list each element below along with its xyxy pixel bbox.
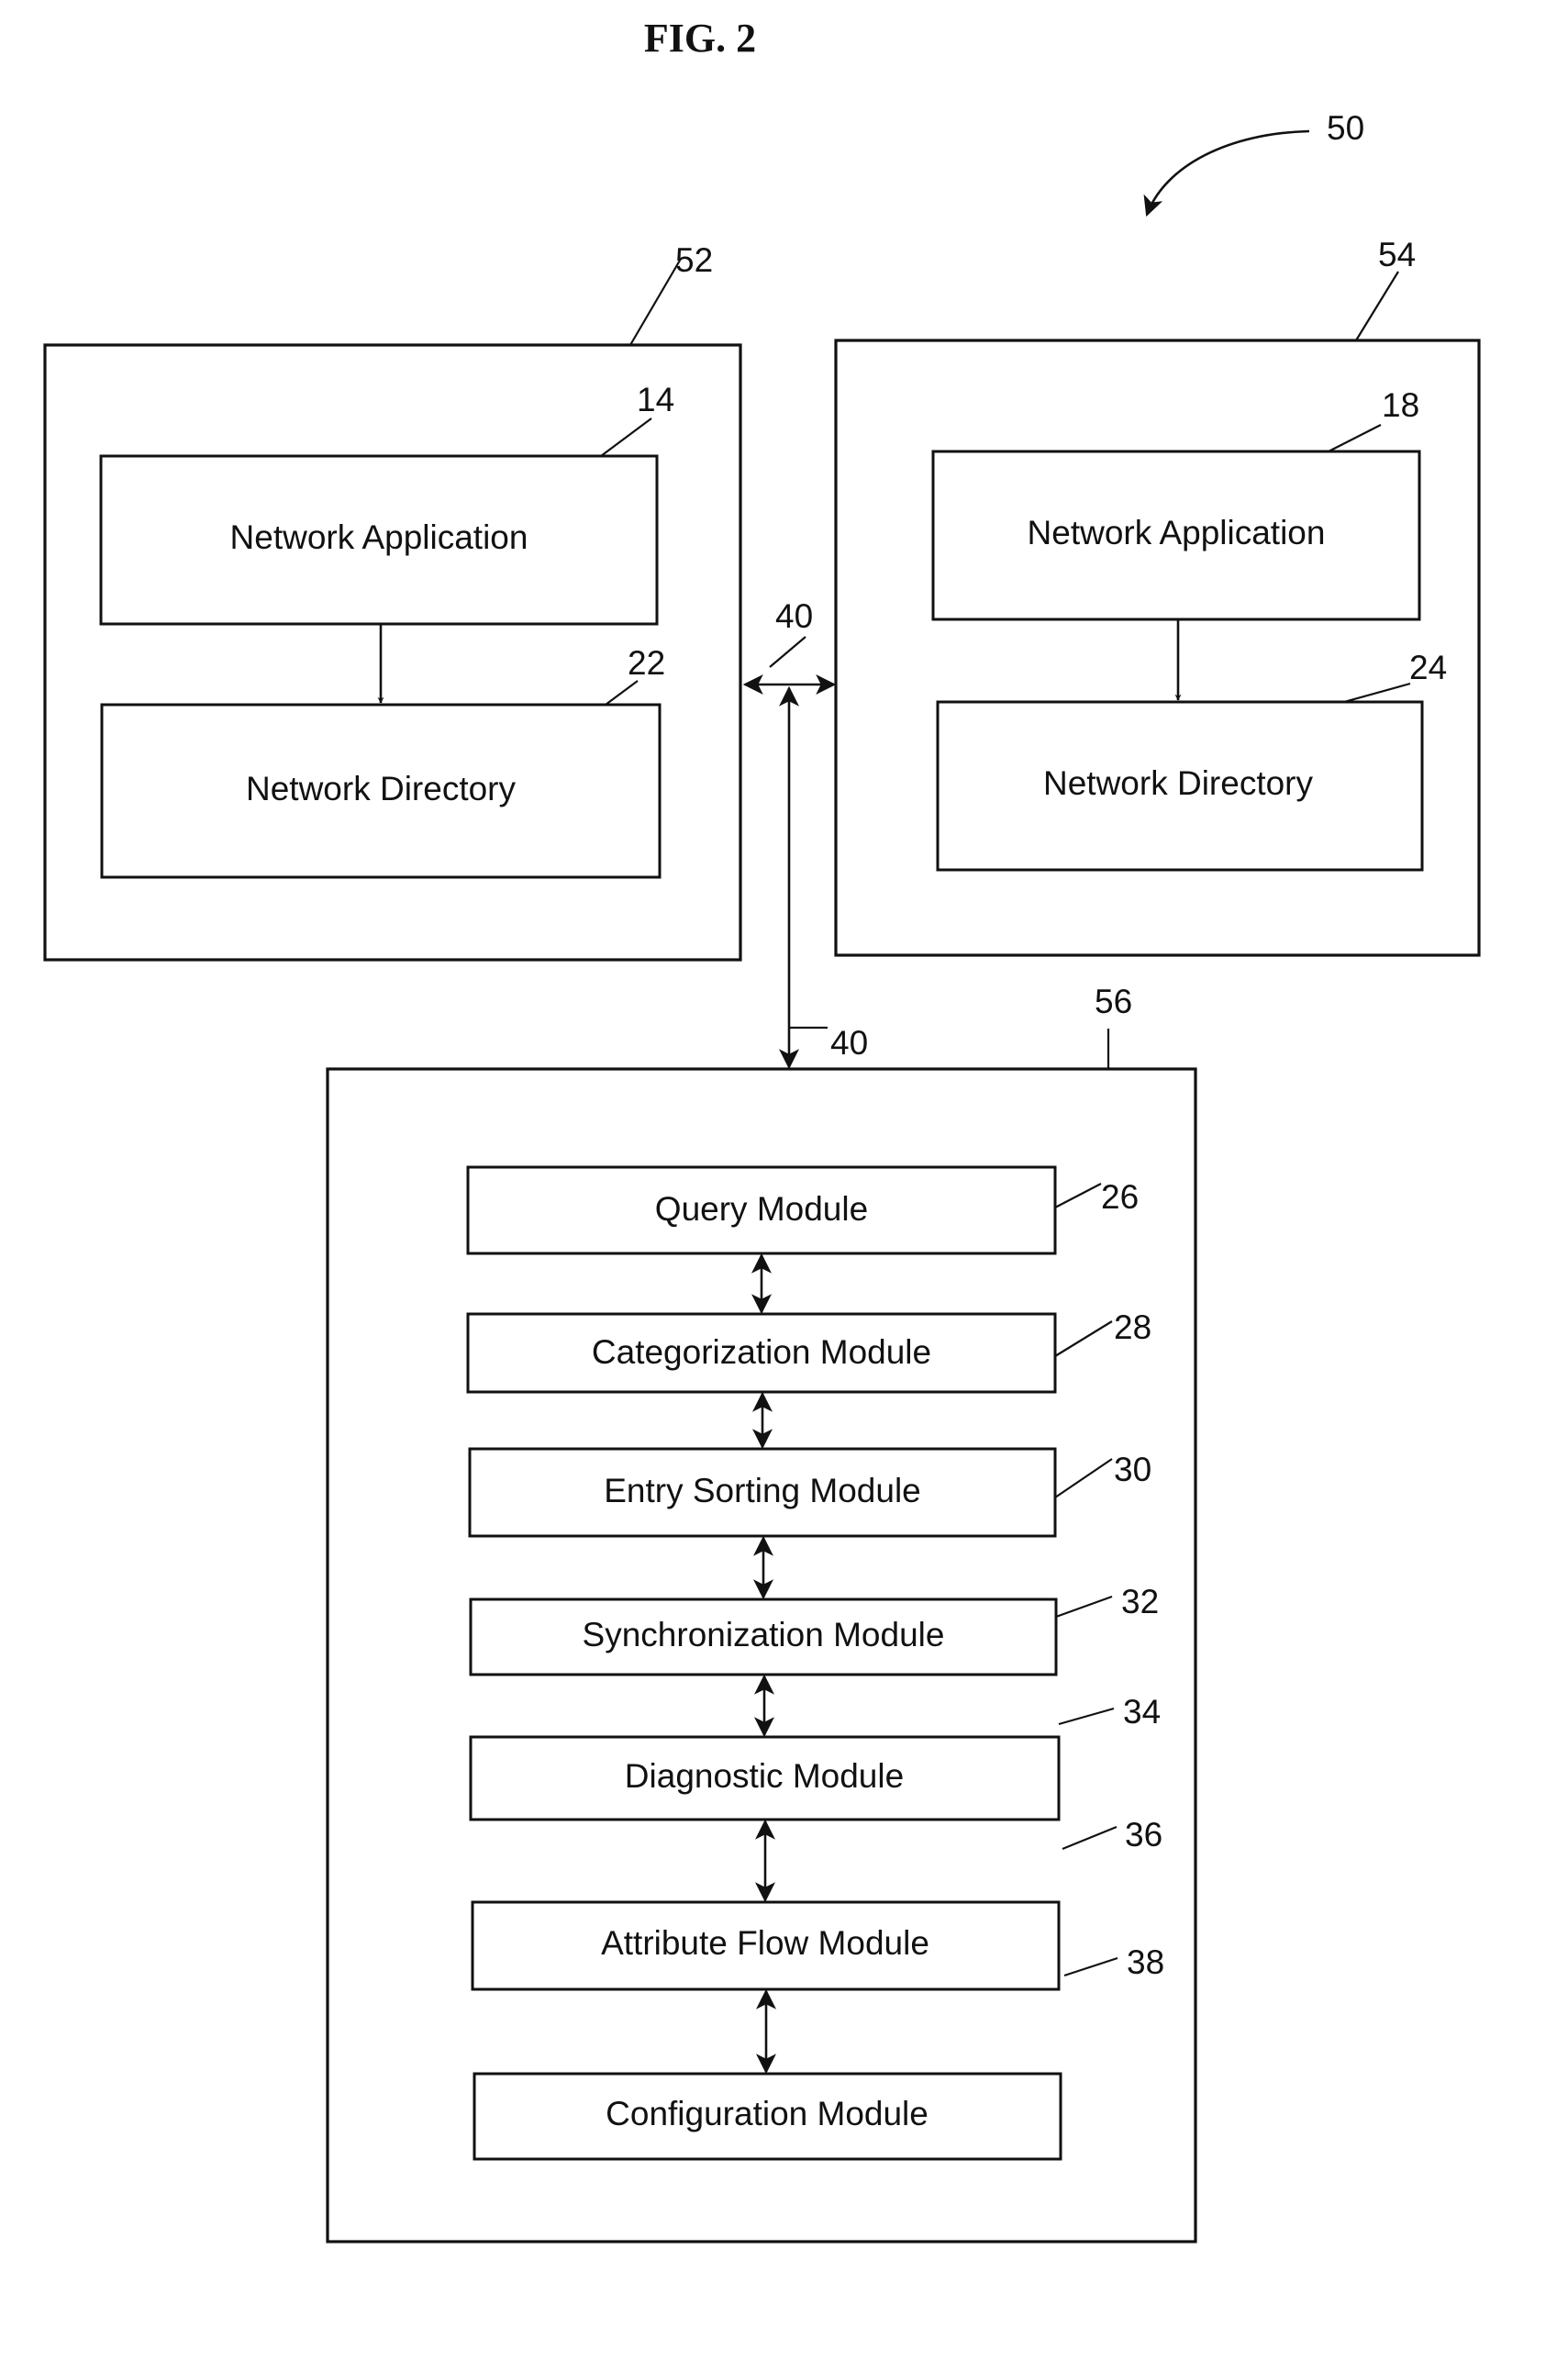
module-label: Query Module — [655, 1190, 868, 1228]
leader-line-40-upper — [769, 636, 806, 668]
network-bus: 40 40 — [742, 597, 868, 1070]
leader-line-22 — [605, 680, 639, 706]
module-leader-line — [1058, 1707, 1115, 1726]
leader-line-52 — [629, 258, 682, 346]
system-curved-arrow — [1143, 129, 1310, 217]
module-label: Attribute Flow Module — [601, 1924, 929, 1962]
module-label: Synchronization Module — [583, 1616, 945, 1653]
module-categorization[interactable]: Categorization Module 28 — [466, 1308, 1151, 1394]
module-ref-label: 38 — [1127, 1943, 1164, 1981]
module-synchronization[interactable]: Synchronization Module 32 — [469, 1583, 1159, 1676]
module-label: Configuration Module — [606, 2095, 929, 2132]
ref-label-50: 50 — [1327, 109, 1364, 147]
module-leader-line — [1055, 1595, 1113, 1619]
module-leader-line — [1063, 1956, 1118, 1977]
right-network-directory-label: Network Directory — [1043, 764, 1313, 802]
right-system: 54 Network Application 18 Network Direct… — [834, 236, 1481, 957]
module-label: Entry Sorting Module — [604, 1472, 921, 1509]
right-network-application-label: Network Application — [1028, 514, 1326, 551]
ref-label-40-upper: 40 — [775, 597, 813, 635]
figure-title: FIG. 2 — [644, 16, 756, 61]
system-reference: 50 — [1143, 109, 1364, 217]
ref-label-14: 14 — [637, 381, 674, 418]
module-leader-line — [1054, 1320, 1113, 1357]
ref-label-18: 18 — [1382, 386, 1419, 424]
patent-figure: FIG. 2 50 52 Network Application 14 Netw… — [43, 16, 1481, 2243]
leader-line-18 — [1328, 424, 1382, 452]
module-leader-line — [1054, 1183, 1102, 1208]
module-ref-label: 34 — [1123, 1693, 1161, 1731]
module-query[interactable]: Query Module 26 — [466, 1165, 1139, 1255]
module-attribute-flow[interactable]: Attribute Flow Module 36 — [471, 1816, 1162, 1991]
module-label: Categorization Module — [592, 1333, 931, 1371]
leader-line-24 — [1343, 682, 1411, 704]
management-system: 56 Query Module 26 Categorization Module… — [326, 983, 1197, 2243]
module-entry-sorting[interactable]: Entry Sorting Module 30 — [468, 1447, 1151, 1538]
module-ref-label: 32 — [1121, 1583, 1159, 1620]
module-ref-label: 36 — [1125, 1816, 1162, 1853]
ref-label-56: 56 — [1095, 983, 1132, 1020]
module-ref-label: 26 — [1101, 1178, 1139, 1216]
ref-label-40-lower: 40 — [830, 1024, 868, 1062]
module-ref-label: 30 — [1114, 1451, 1151, 1488]
leader-line-54 — [1355, 271, 1399, 341]
ref-label-24: 24 — [1409, 649, 1447, 686]
leader-line-14 — [600, 417, 652, 457]
module-diagnostic[interactable]: Diagnostic Module 34 — [469, 1693, 1161, 1821]
left-network-directory-label: Network Directory — [246, 770, 516, 807]
module-leader-line — [1054, 1458, 1113, 1498]
module-ref-label: 28 — [1114, 1308, 1151, 1346]
ref-label-54: 54 — [1378, 236, 1416, 273]
ref-label-22: 22 — [628, 644, 665, 682]
left-network-application-label: Network Application — [230, 518, 528, 556]
module-label: Diagnostic Module — [625, 1757, 904, 1795]
module-leader-line — [1062, 1825, 1118, 1851]
left-system: 52 Network Application 14 Network Direct… — [43, 241, 742, 962]
